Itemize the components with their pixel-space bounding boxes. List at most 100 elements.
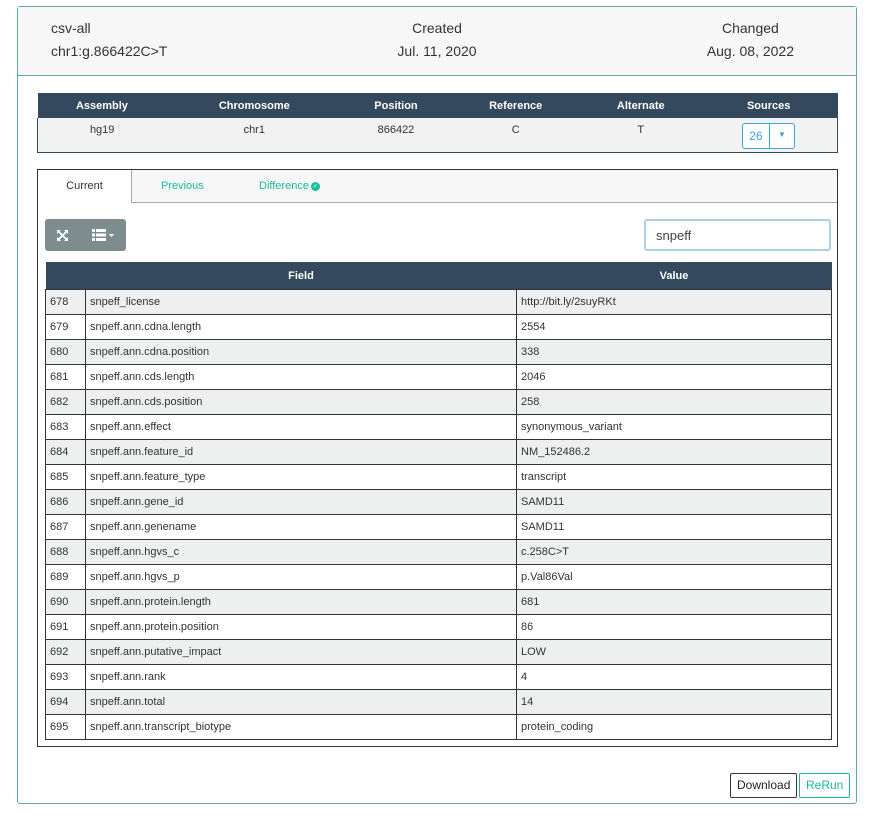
search-input[interactable] <box>644 219 831 251</box>
row-field: snpeff.ann.effect <box>85 414 517 440</box>
table-row: 695 snpeff.ann.transcript_biotype protein_… <box>45 714 832 740</box>
chromosome-value: chr1 <box>166 118 343 153</box>
row-value: http://bit.ly/2suyRKt <box>516 289 832 315</box>
row-field: snpeff.ann.cds.length <box>85 364 517 390</box>
col-assembly: Assembly <box>37 93 167 118</box>
expand-button[interactable] <box>45 219 79 251</box>
col-position: Position <box>342 93 450 118</box>
row-index: 691 <box>45 614 86 640</box>
download-button[interactable]: Download <box>730 773 798 798</box>
row-value: 681 <box>516 589 832 615</box>
col-alternate: Alternate <box>581 93 700 118</box>
row-value: 258 <box>516 389 832 415</box>
caret-down-icon[interactable]: ▼ <box>770 124 794 148</box>
table-row: 685 snpeff.ann.feature_type transcript <box>45 464 832 490</box>
row-field: snpeff.ann.feature_id <box>85 439 517 465</box>
row-index: 686 <box>45 489 86 515</box>
row-value: 14 <box>516 689 832 715</box>
row-field: snpeff.ann.protein.length <box>85 589 517 615</box>
columns-list-icon <box>91 229 114 241</box>
row-value: 2554 <box>516 314 832 340</box>
row-value: NM_152486.2 <box>516 439 832 465</box>
row-value: c.258C>T <box>516 539 832 565</box>
row-value: 2046 <box>516 364 832 390</box>
position-value: 866422 <box>342 118 450 153</box>
row-field: snpeff_license <box>85 289 517 315</box>
table-row: 682 snpeff.ann.cds.position 258 <box>45 389 832 415</box>
row-index: 690 <box>45 589 86 615</box>
row-field: snpeff.ann.cdna.position <box>85 339 517 365</box>
row-value: LOW <box>516 639 832 665</box>
rerun-button[interactable]: ReRun <box>799 773 851 798</box>
tab-difference[interactable]: Difference ✓ <box>259 170 320 202</box>
sources-count[interactable]: 26 <box>743 124 770 148</box>
expand-icon <box>56 229 68 241</box>
row-field: snpeff.ann.putative_impact <box>85 639 517 665</box>
tab-current[interactable]: Current <box>38 170 132 203</box>
tab-previous[interactable]: Previous <box>161 170 204 202</box>
table-row: 689 snpeff.ann.hgvs_p p.Val86Val <box>45 564 832 590</box>
columns-dropdown-button[interactable] <box>79 219 126 251</box>
row-field: snpeff.ann.cds.position <box>85 389 517 415</box>
col-reference: Reference <box>449 93 582 118</box>
row-value: 338 <box>516 339 832 365</box>
tabs-panel: Current Previous Difference ✓ snpeff Fie… <box>37 169 838 747</box>
row-index: 679 <box>45 314 86 340</box>
sources-cell: 26 ▼ <box>699 118 838 153</box>
tab-bar: Current Previous Difference ✓ <box>38 170 837 203</box>
row-index: 694 <box>45 689 86 715</box>
row-field: snpeff.ann.gene_id <box>85 489 517 515</box>
row-field: snpeff.ann.rank <box>85 664 517 690</box>
reference-value: C <box>449 118 582 153</box>
row-index: 678 <box>45 289 86 315</box>
table-row: 686 snpeff.ann.gene_id SAMD11 <box>45 489 832 515</box>
row-value: transcript <box>516 464 832 490</box>
row-field: snpeff.ann.protein.position <box>85 614 517 640</box>
row-value: 86 <box>516 614 832 640</box>
row-field: snpeff.ann.hgvs_p <box>85 564 517 590</box>
row-index: 684 <box>45 439 86 465</box>
row-index: 681 <box>45 364 86 390</box>
row-field: snpeff.ann.genename <box>85 514 517 540</box>
table-row: 688 snpeff.ann.hgvs_c c.258C>T <box>45 539 832 565</box>
table-row: 679 snpeff.ann.cdna.length 2554 <box>45 314 832 340</box>
row-value: synonymous_variant <box>516 414 832 440</box>
check-circle-icon: ✓ <box>310 181 320 191</box>
col-value[interactable]: Value <box>516 262 832 290</box>
row-index: 680 <box>45 339 86 365</box>
row-value: SAMD11 <box>516 514 832 540</box>
table-row: 694 snpeff.ann.total 14 <box>45 689 832 715</box>
table-row: 692 snpeff.ann.putative_impact LOW <box>45 639 832 665</box>
row-field: snpeff.ann.hgvs_c <box>85 539 517 565</box>
row-index: 682 <box>45 389 86 415</box>
table-row: 681 snpeff.ann.cds.length 2046 <box>45 364 832 390</box>
table-row: 680 snpeff.ann.cdna.position 338 <box>45 339 832 365</box>
fields-table: Field Value 678 snpeff_license http://bit.… <box>45 262 832 740</box>
row-index: 685 <box>45 464 86 490</box>
row-field: snpeff.ann.feature_type <box>85 464 517 490</box>
table-toolbar <box>45 219 126 251</box>
variant-summary-table: Assembly Chromosome Position Reference A… <box>37 93 838 153</box>
row-index: 683 <box>45 414 86 440</box>
row-value: p.Val86Val <box>516 564 832 590</box>
table-row: 678 snpeff_license http://bit.ly/2suyRKt <box>45 289 832 315</box>
row-value: SAMD11 <box>516 489 832 515</box>
header-changed: Changed Aug. 08, 2022 <box>707 17 794 63</box>
row-value: 4 <box>516 664 832 690</box>
changed-label: Changed <box>721 20 779 36</box>
row-index: 695 <box>45 714 86 740</box>
assembly-value: hg19 <box>37 118 167 153</box>
table-row: 693 snpeff.ann.rank 4 <box>45 664 832 690</box>
variant-card: csv-all chr1:g.866422C>T Created Jul. 11… <box>17 6 857 804</box>
row-field: snpeff.ann.total <box>85 689 517 715</box>
col-field[interactable]: Field <box>85 262 517 290</box>
col-chromosome: Chromosome <box>166 93 343 118</box>
sources-dropdown-button[interactable]: 26 ▼ <box>741 123 795 149</box>
table-row: 683 snpeff.ann.effect synonymous_variant <box>45 414 832 440</box>
col-index <box>45 262 86 290</box>
row-field: snpeff.ann.transcript_biotype <box>85 714 517 740</box>
row-index: 687 <box>45 514 86 540</box>
row-index: 692 <box>45 639 86 665</box>
table-row: 690 snpeff.ann.protein.length 681 <box>45 589 832 615</box>
row-field: snpeff.ann.cdna.length <box>85 314 517 340</box>
